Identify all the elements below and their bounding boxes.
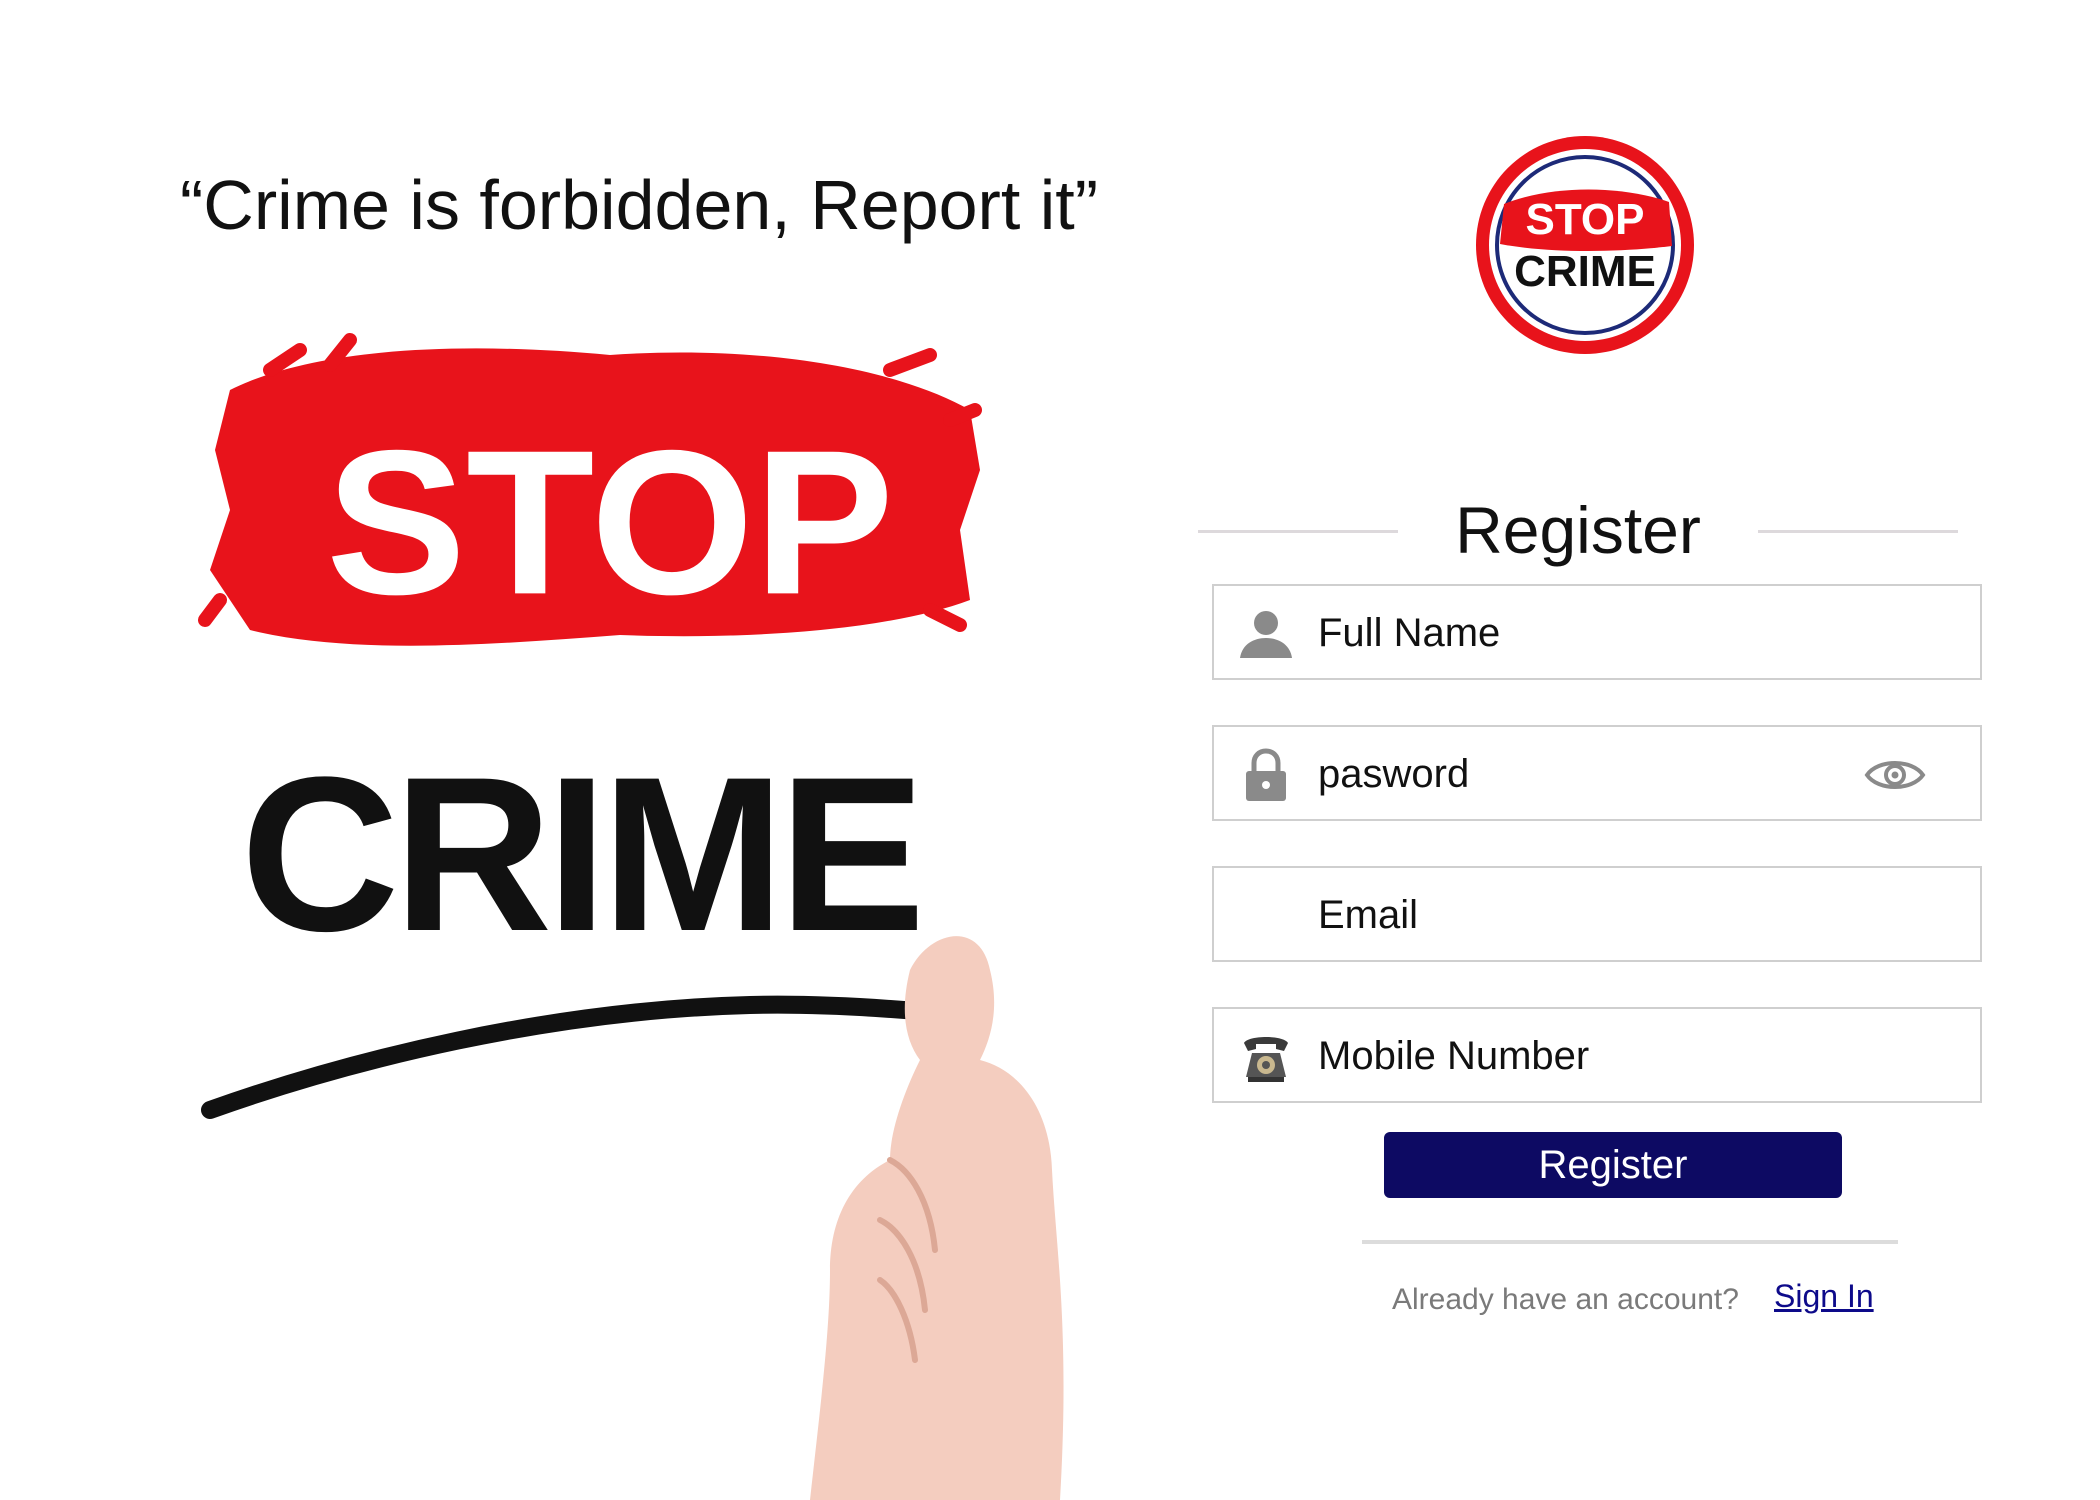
hand (810, 936, 1064, 1500)
telephone-icon (1238, 1029, 1294, 1085)
heading-rule-left (1198, 530, 1398, 533)
password-field (1212, 725, 1982, 821)
password-input[interactable] (1318, 739, 1878, 809)
heading-rule-right (1758, 530, 1958, 533)
full-name-field (1212, 584, 1982, 680)
tagline: “Crime is forbidden, Report it” (180, 166, 1099, 244)
mobile-number-input[interactable] (1318, 1021, 1878, 1091)
email-field (1212, 866, 1982, 962)
marker-underline (201, 995, 969, 1119)
hero-stop-text: STOP (326, 408, 894, 638)
logo-stop-text: STOP (1525, 195, 1644, 244)
have-account-text: Already have an account? (1392, 1283, 1739, 1316)
email-input[interactable] (1318, 880, 1878, 950)
logo-crime-text: CRIME (1514, 247, 1656, 296)
full-name-input[interactable] (1318, 598, 1878, 668)
divider (1362, 1240, 1898, 1244)
register-title: Register (1455, 493, 1701, 567)
hero-illustration: STOP CRIME (190, 270, 1140, 1500)
lock-icon (1238, 747, 1294, 803)
stop-crime-logo: STOP CRIME (1474, 134, 1696, 356)
hero-crime-text: CRIME (241, 731, 920, 977)
sign-in-link[interactable]: Sign In (1774, 1276, 1874, 1316)
register-button[interactable]: Register (1384, 1132, 1842, 1198)
mobile-number-field (1212, 1007, 1982, 1103)
person-icon (1238, 606, 1294, 662)
eye-icon[interactable] (1864, 751, 1926, 799)
